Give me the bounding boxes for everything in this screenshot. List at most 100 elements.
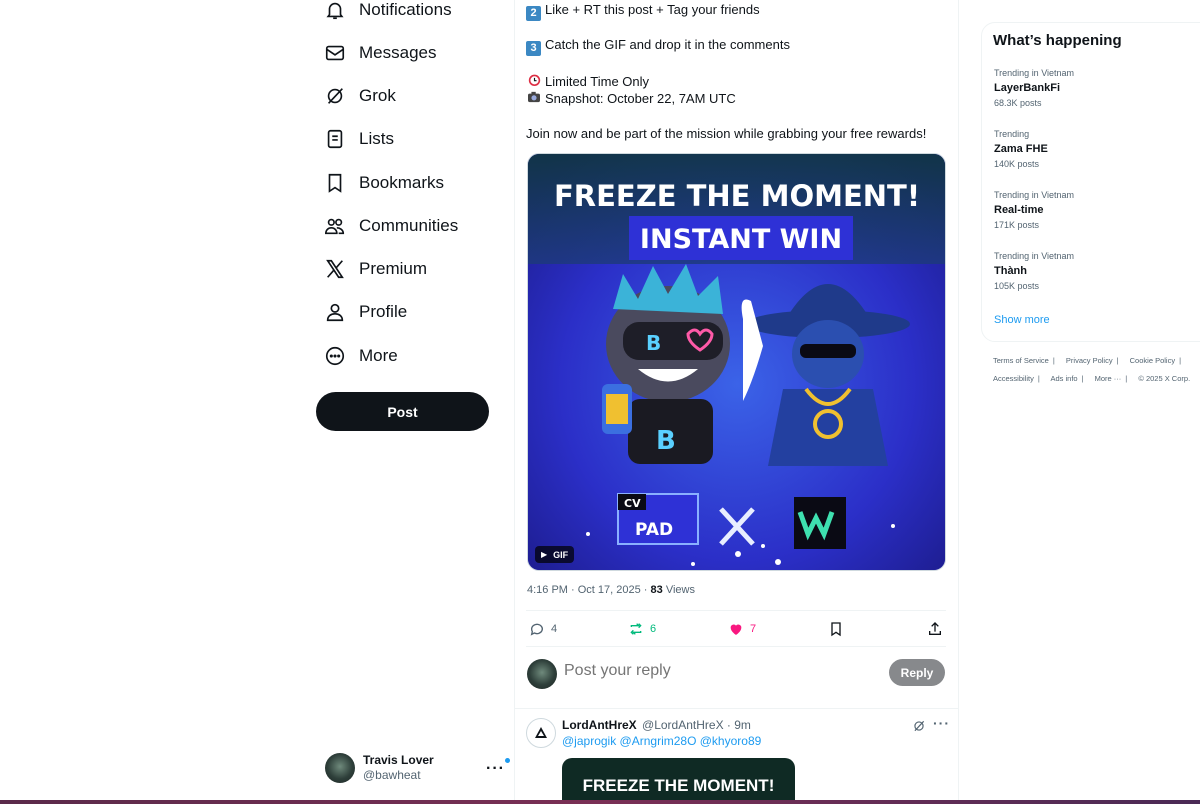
notification-dot <box>505 758 510 763</box>
repost-action[interactable]: 6 <box>628 620 656 638</box>
trend-count: 68.3K posts <box>994 98 1042 108</box>
nav-label: More <box>359 346 398 365</box>
left-navigation: Notifications Messages Grok Lists Bookma… <box>316 0 516 804</box>
post-media-gif[interactable]: B B CV PAD FREEZE THE MOMENT! INSTANT WI… <box>527 153 946 571</box>
nav-label: Grok <box>359 86 396 105</box>
avatar <box>527 659 557 689</box>
show-more-link[interactable]: Show more <box>994 314 1050 326</box>
repost-icon <box>630 623 642 635</box>
grok-icon[interactable] <box>912 719 926 733</box>
nav-grok[interactable]: Grok <box>324 80 396 112</box>
footer-terms[interactable]: Terms of Service <box>993 356 1049 365</box>
list-icon <box>327 129 343 149</box>
nav-more[interactable]: More <box>324 340 398 372</box>
footer-accessibility[interactable]: Accessibility <box>993 374 1034 383</box>
trend-count: 140K posts <box>994 159 1040 169</box>
trend-item[interactable]: Trending Zama FHE 140K posts <box>994 128 1184 170</box>
gif-artwork: B B CV PAD FREEZE THE MOMENT! INSTANT WI… <box>528 154 945 570</box>
bookmark-action[interactable] <box>828 620 844 638</box>
robot-character: B B <box>602 264 730 464</box>
nav-messages[interactable]: Messages <box>324 37 436 69</box>
nav-notifications[interactable]: Notifications <box>324 0 452 26</box>
gif-badge[interactable]: ▶ GIF <box>535 546 575 563</box>
nav-label: Bookmarks <box>359 173 445 192</box>
share-icon <box>929 622 941 635</box>
trend-count: 105K posts <box>994 281 1040 291</box>
trend-topic: Zama FHE <box>994 143 1048 155</box>
avatar[interactable] <box>526 718 556 748</box>
post-text-line: 3 Catch the GIF and drop it in the commen… <box>526 37 790 56</box>
reply-input[interactable] <box>564 662 864 680</box>
post-meta: 4:16 PM · Oct 17, 2025 · 83 Views <box>527 584 695 596</box>
footer-ads[interactable]: Ads info <box>1050 374 1077 383</box>
gif-badge-label: GIF <box>553 549 569 560</box>
nav-bookmarks[interactable]: Bookmarks <box>324 167 444 199</box>
separator: | <box>1037 374 1040 383</box>
post-text: Snapshot: October 22, 7AM UTC <box>545 91 736 106</box>
more-horizontal-icon[interactable]: ··· <box>933 715 950 731</box>
reply-action[interactable]: 4 <box>529 620 557 638</box>
heart-icon <box>730 624 742 635</box>
trend-context: Trending in Vietnam <box>994 68 1075 78</box>
divider <box>515 708 958 709</box>
share-action[interactable] <box>927 620 943 638</box>
bookmark-icon <box>831 622 841 637</box>
views-count: 83 <box>650 584 663 596</box>
post-detail: 2 Like + RT this post + Tag your friends … <box>515 0 958 804</box>
nav-label: Profile <box>359 302 408 321</box>
play-icon: ▶ <box>541 550 548 559</box>
like-action[interactable]: 7 <box>728 620 756 638</box>
taskbar-edge <box>0 800 1200 804</box>
comment-mentions[interactable]: @japrogik @Arngrim28O @khyoro89 <box>562 734 761 748</box>
divider <box>526 610 946 611</box>
keycap-2-icon: 2 <box>526 6 541 21</box>
trend-item[interactable]: Trending in Vietnam LayerBankFi 68.3K po… <box>994 67 1184 109</box>
separator: | <box>1052 356 1055 365</box>
nav-profile[interactable]: Profile <box>324 296 407 328</box>
trend-item[interactable]: Trending in Vietnam Real-time 171K posts <box>994 189 1184 231</box>
post-button[interactable]: Post <box>316 392 489 431</box>
comment-media[interactable]: FREEZE THE MOMENT! <box>562 758 795 804</box>
whats-happening-title: What’s happening <box>993 32 1122 49</box>
camera-icon <box>526 91 542 106</box>
svg-text:B: B <box>646 331 661 355</box>
lordanthrex-logo-icon <box>535 727 547 738</box>
separator: | <box>1179 356 1182 365</box>
comment-author-handle: @LordAntHreX · 9m <box>642 718 751 732</box>
nav-lists[interactable]: Lists <box>324 123 394 155</box>
nav-premium[interactable]: Premium <box>324 253 427 285</box>
footer-links: Terms of Service | Privacy Policy | Cookie… <box>993 356 1185 365</box>
comment-media-headline: FREEZE THE MOMENT! <box>582 776 775 795</box>
like-count: 7 <box>750 623 757 635</box>
comment-header: LordAntHreX @LordAntHreX · 9m <box>562 718 751 732</box>
nav-communities[interactable]: Communities <box>324 210 458 242</box>
trend-context: Trending in Vietnam <box>994 190 1075 200</box>
post-text: Join now and be part of the mission whil… <box>526 126 927 141</box>
nav-label: Messages <box>359 43 437 62</box>
post-text: Limited Time Only <box>545 74 650 89</box>
nav-label: Premium <box>359 259 428 278</box>
bell-icon <box>326 2 344 20</box>
comment-author-name[interactable]: LordAntHreX <box>562 718 637 732</box>
reply-button[interactable]: Reply <box>889 659 945 686</box>
views-label: Views <box>662 584 695 596</box>
nav-label: Notifications <box>359 0 452 19</box>
nav-label: Communities <box>359 216 459 235</box>
reply-icon <box>530 623 543 636</box>
trend-context: Trending in Vietnam <box>994 251 1075 261</box>
people-icon <box>325 218 345 235</box>
footer-privacy[interactable]: Privacy Policy <box>1066 356 1113 365</box>
trend-context: Trending <box>994 129 1030 139</box>
trend-topic: Real-time <box>994 204 1044 216</box>
separator: | <box>1125 374 1128 383</box>
footer-more[interactable]: More ··· <box>1095 374 1122 383</box>
trend-topic: LayerBankFi <box>994 82 1061 94</box>
bookmark-icon <box>328 173 342 193</box>
trend-item[interactable]: Trending in Vietnam Thành 105K posts <box>994 250 1184 292</box>
more-horizontal-icon[interactable]: ··· <box>486 760 505 778</box>
post-timestamp[interactable]: 4:16 PM · Oct 17, 2025 · <box>527 584 651 596</box>
divider <box>526 646 946 647</box>
post-text-line: 2 Like + RT this post + Tag your friends <box>526 2 760 21</box>
footer-cookie[interactable]: Cookie Policy <box>1130 356 1175 365</box>
account-switcher[interactable]: Travis Lover @bawheat ··· <box>325 752 510 784</box>
